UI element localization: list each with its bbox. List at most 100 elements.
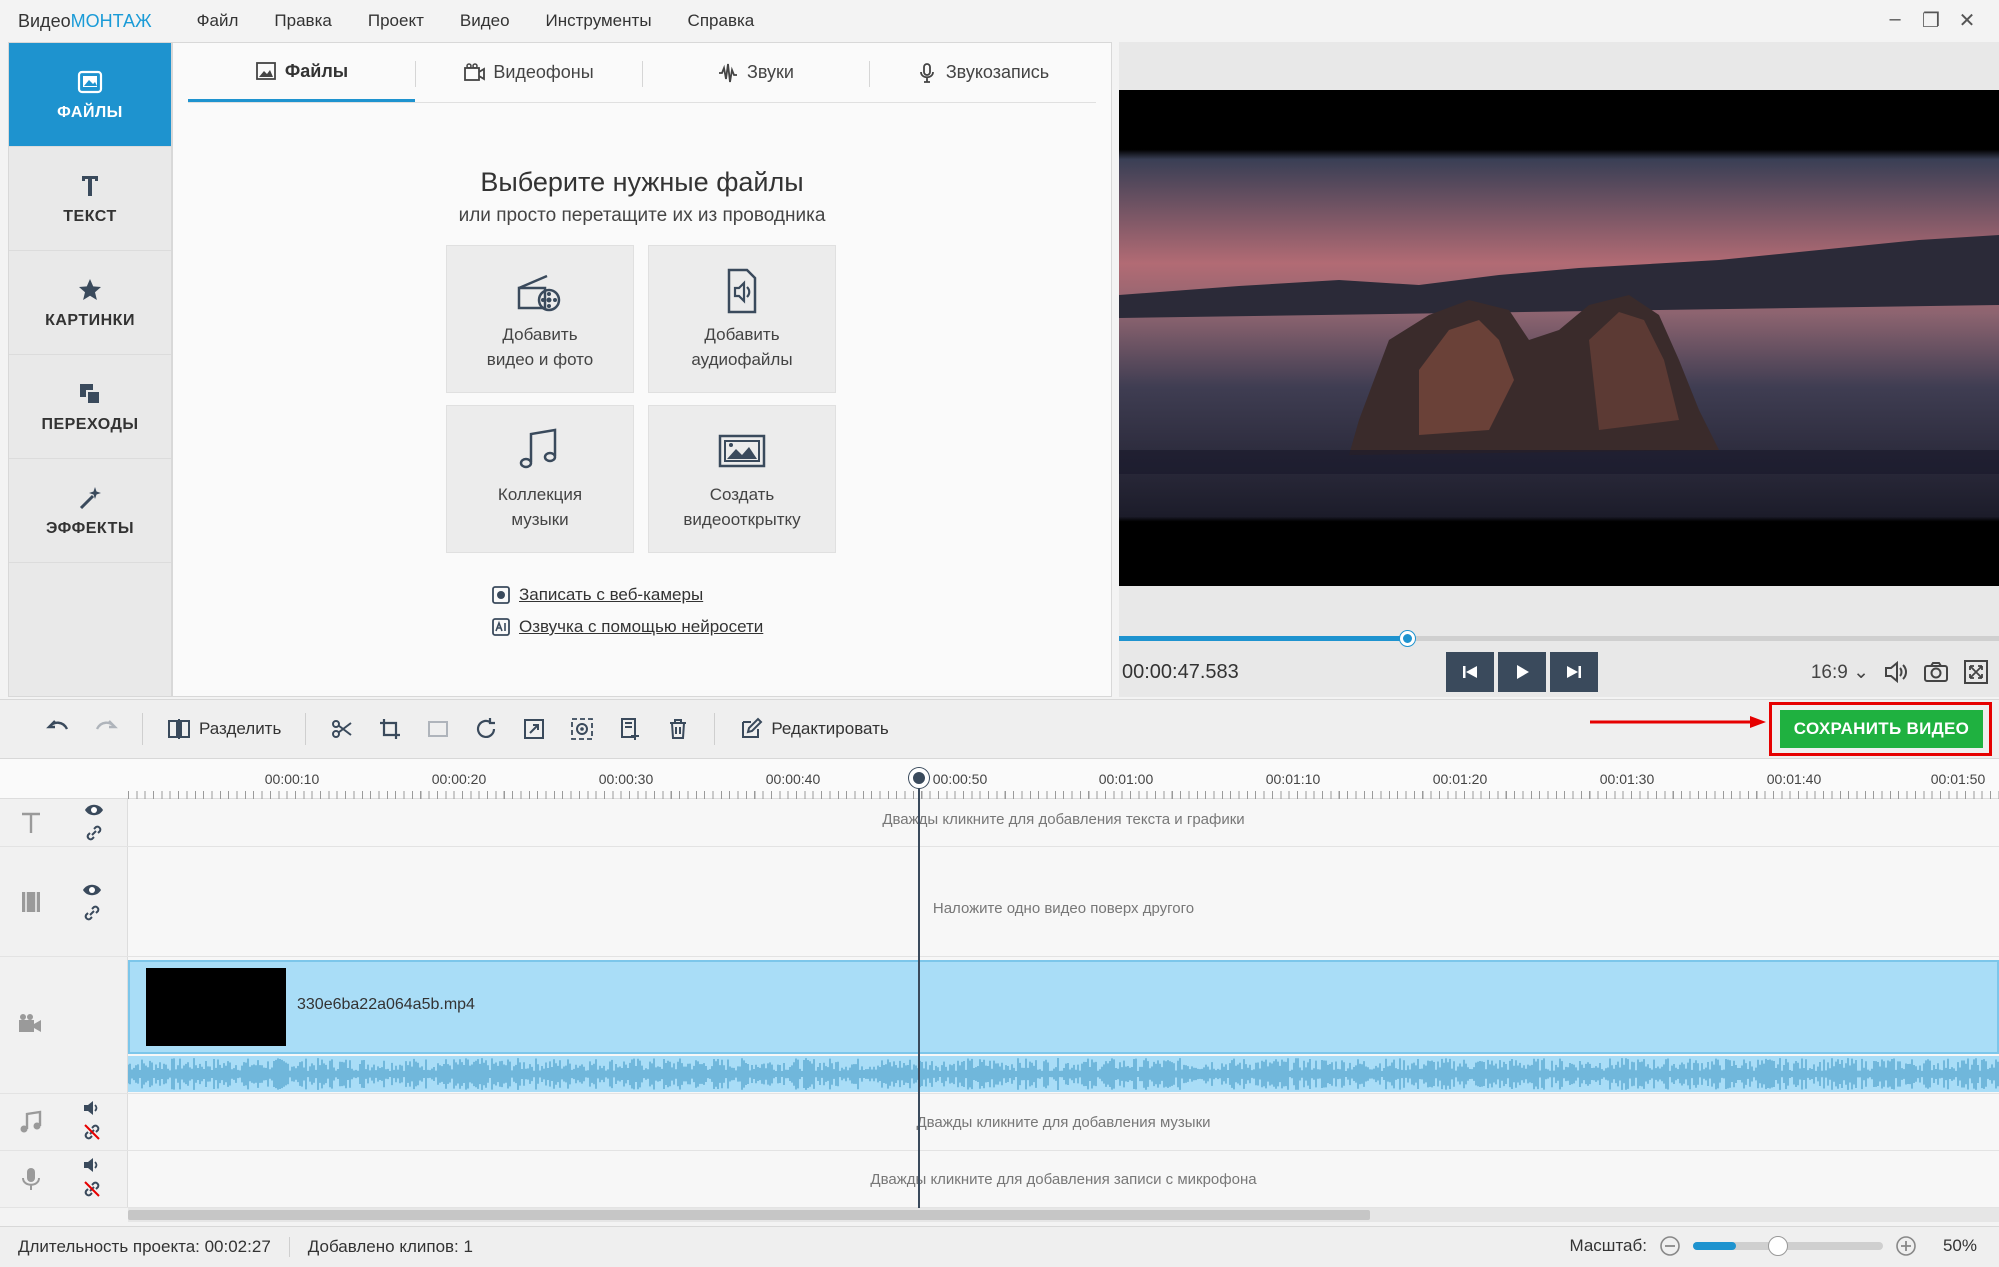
add-audio-files-button[interactable]: Добавить аудиофайлы — [648, 245, 836, 393]
menu-tools[interactable]: Инструменты — [546, 11, 652, 31]
zoom-controls: Масштаб: 50% — [1570, 1235, 1977, 1257]
ruler-label: 00:00:50 — [932, 771, 988, 787]
ai-voiceover-link[interactable]: Озвучка с помощью нейросети — [491, 611, 763, 643]
sidebar: ФАЙЛЫ ТЕКСТ КАРТИНКИ ПЕРЕХОДЫ ЭФФЕКТЫ — [8, 42, 172, 697]
add-video-photo-button[interactable]: Добавить видео и фото — [446, 245, 634, 393]
sidebar-item-files[interactable]: ФАЙЛЫ — [9, 43, 171, 147]
music-collection-button[interactable]: Коллекция музыки — [446, 405, 634, 553]
picture-icon — [255, 62, 276, 80]
scrollbar-thumb[interactable] — [128, 1210, 1370, 1220]
menu-edit[interactable]: Правка — [274, 11, 331, 31]
project-duration: Длительность проекта: 00:02:27 — [18, 1237, 271, 1256]
panel-subline: или просто перетащите их из проводника — [458, 205, 826, 226]
record-webcam-link[interactable]: Записать с веб-камеры — [491, 579, 763, 611]
play-button[interactable] — [1498, 652, 1546, 692]
tab-video-backgrounds[interactable]: Видеофоны — [415, 43, 642, 102]
tab-sounds[interactable]: Звуки — [642, 43, 869, 102]
menu-project[interactable]: Проект — [368, 11, 424, 31]
film-icon — [464, 62, 486, 81]
track-header — [0, 847, 128, 956]
aspect-ratio-select[interactable]: 16:9 ⌄ — [1811, 661, 1869, 684]
overlay-track[interactable]: Наложите одно видео поверх другого — [0, 847, 1999, 957]
split-icon — [168, 719, 190, 739]
sidebar-item-transitions[interactable]: ПЕРЕХОДЫ — [9, 355, 171, 459]
cut-button[interactable] — [330, 717, 354, 741]
trash-icon — [670, 719, 687, 739]
video-clip[interactable]: 330e6ba22a064a5b.mp4 — [128, 960, 1999, 1054]
restore-icon[interactable]: ❐ — [1913, 8, 1949, 33]
track-header — [0, 957, 128, 1093]
eye-icon[interactable] — [82, 880, 102, 900]
create-video-postcard-button[interactable]: Создать видеооткрытку — [648, 405, 836, 553]
tab-sound-recording[interactable]: Звукозапись — [869, 43, 1096, 102]
close-icon[interactable]: ✕ — [1949, 8, 1985, 33]
ruler-label: 00:00:10 — [264, 771, 320, 787]
zoom-out-icon[interactable] — [1659, 1235, 1681, 1257]
progress-handle[interactable] — [1399, 631, 1415, 646]
sidebar-item-effects[interactable]: ЭФФЕКТЫ — [9, 459, 171, 563]
progress-fill — [1119, 636, 1407, 641]
sidebar-item-label: КАРТИНКИ — [45, 311, 135, 329]
music-track[interactable]: Дважды кликните для добавления музыки — [0, 1094, 1999, 1151]
app-logo: ВидеоМОНТАЖ — [18, 11, 152, 32]
split-button[interactable]: Разделить — [167, 717, 281, 741]
minimize-icon[interactable]: – — [1877, 8, 1913, 33]
eye-icon[interactable] — [84, 800, 104, 820]
unlink-icon[interactable] — [82, 1179, 102, 1199]
tab-files[interactable]: Файлы — [188, 43, 415, 102]
postcard-icon — [718, 434, 766, 468]
playback-progress-bar[interactable] — [1119, 631, 1999, 646]
zoom-in-icon[interactable] — [1895, 1235, 1917, 1257]
zoom-slider[interactable] — [1692, 1236, 1883, 1256]
delete-button[interactable] — [666, 717, 690, 741]
tab-label: Видеофоны — [493, 62, 594, 82]
aspect-ratio-value: 16:9 — [1810, 661, 1848, 683]
snapshot-camera-icon[interactable] — [1923, 659, 1949, 685]
sidebar-item-text[interactable]: ТЕКСТ — [9, 147, 171, 251]
resize-button[interactable] — [522, 717, 546, 741]
menu-file[interactable]: Файл — [197, 11, 239, 31]
menu-video[interactable]: Видео — [460, 11, 510, 31]
undo-button[interactable] — [46, 717, 70, 741]
playhead-handle[interactable] — [909, 768, 929, 788]
unlink-icon[interactable] — [82, 1122, 102, 1142]
volume-icon[interactable] — [1883, 659, 1909, 685]
fullscreen-icon[interactable] — [1963, 659, 1989, 685]
rotate-button[interactable] — [474, 717, 498, 741]
link-icon[interactable] — [84, 823, 104, 843]
zoom-handle[interactable] — [1768, 1236, 1789, 1256]
sidebar-item-label: ФАЙЛЫ — [57, 103, 123, 121]
preview-extra-controls: 16:9 ⌄ — [1811, 659, 1989, 685]
file-action-tiles: Добавить видео и фото Добавить аудиофайл… — [446, 245, 836, 553]
timeline-scrollbar[interactable] — [128, 1208, 1999, 1222]
ruler-label: 00:01:40 — [1766, 771, 1822, 787]
video-preview[interactable] — [1119, 90, 1999, 586]
next-button[interactable] — [1550, 652, 1598, 692]
sidebar-item-images[interactable]: КАРТИНКИ — [9, 251, 171, 355]
link-icon[interactable] — [82, 903, 102, 923]
frame-icon — [428, 721, 449, 737]
frame-button[interactable] — [426, 717, 450, 741]
timeline-toolbar: Разделить Редактировать — [0, 699, 1999, 759]
timecode: 00:00:47.583 — [1122, 661, 1239, 683]
edit-icon — [742, 717, 763, 738]
speaker-icon[interactable] — [82, 1155, 102, 1175]
speaker-icon[interactable] — [82, 1098, 102, 1118]
microphone-track[interactable]: Дважды кликните для добавления записи с … — [0, 1151, 1999, 1208]
stabilize-button[interactable] — [570, 717, 594, 741]
track-header — [0, 1151, 128, 1207]
add-frame-button[interactable] — [618, 717, 642, 741]
timeline-ruler[interactable]: 00:00:10 00:00:20 00:00:30 00:00:40 00:0… — [0, 759, 1999, 799]
ruler-label: 00:00:30 — [598, 771, 654, 787]
save-video-button[interactable]: СОХРАНИТЬ ВИДЕО — [1780, 710, 1983, 748]
crop-button[interactable] — [378, 717, 402, 741]
previous-button[interactable] — [1446, 652, 1494, 692]
sidebar-item-label: ТЕКСТ — [63, 207, 117, 225]
audio-waveform — [128, 1056, 1999, 1092]
overlay-track-hint: Наложите одно видео поверх другого — [932, 900, 1195, 917]
preview-panel: 00:00:47.583 16:9 ⌄ — [1119, 42, 1999, 697]
edit-button[interactable]: Редактировать — [739, 717, 889, 741]
redo-button[interactable] — [94, 717, 118, 741]
menu-help[interactable]: Справка — [688, 11, 755, 31]
text-track[interactable]: Дважды кликните для добавления текста и … — [0, 799, 1999, 847]
